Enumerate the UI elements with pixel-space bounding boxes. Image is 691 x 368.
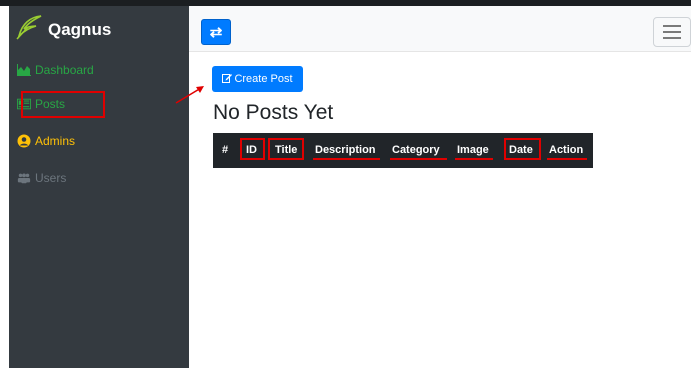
create-post-button[interactable]: Create Post xyxy=(212,66,303,92)
column-header-category: Category xyxy=(392,144,440,156)
app-window: Qagnus Dashboard Posts Admins Users ⇄ Cr… xyxy=(0,0,691,368)
sidebar-item-label: Admins xyxy=(35,134,76,148)
annotation-arrow xyxy=(175,86,204,104)
page-title: No Posts Yet xyxy=(213,101,334,124)
annotation-underline-description xyxy=(313,158,380,160)
sidebar-item-users[interactable]: Users xyxy=(17,171,66,185)
sidebar-item-label: Users xyxy=(35,171,67,185)
column-header-action: Action xyxy=(549,144,584,156)
sidebar-toggle-button[interactable]: ⇄ xyxy=(201,19,231,45)
annotation-underline-action xyxy=(547,158,587,160)
edit-icon xyxy=(222,73,233,86)
hamburger-icon xyxy=(663,25,681,27)
top-navbar xyxy=(189,6,691,52)
annotation-underline-image xyxy=(455,158,493,160)
annotation-underline-category xyxy=(390,158,447,160)
column-header-number: # xyxy=(222,144,229,156)
annotation-box-posts xyxy=(21,91,105,118)
hamburger-icon xyxy=(663,37,681,39)
annotation-box-id xyxy=(240,138,265,160)
brand[interactable]: Qagnus xyxy=(14,14,111,45)
annotation-box-date xyxy=(504,138,541,160)
annotation-box-title xyxy=(268,138,304,160)
brand-name: Qagnus xyxy=(48,19,112,39)
create-post-label: Create Post xyxy=(234,73,293,85)
hamburger-icon xyxy=(663,31,681,33)
feather-icon xyxy=(14,14,44,45)
sidebar-item-admins[interactable]: Admins xyxy=(17,134,75,148)
exchange-icon: ⇄ xyxy=(209,24,223,41)
column-header-description: Description xyxy=(315,144,376,156)
column-header-image: Image xyxy=(457,144,489,156)
user-circle-icon xyxy=(17,134,31,148)
sidebar xyxy=(9,6,189,368)
chart-area-icon xyxy=(17,64,31,76)
sidebar-item-label: Dashboard xyxy=(35,63,94,77)
left-gap xyxy=(0,6,9,368)
sidebar-item-dashboard[interactable]: Dashboard xyxy=(17,63,94,77)
users-icon xyxy=(17,172,31,184)
menu-button[interactable] xyxy=(653,17,691,47)
